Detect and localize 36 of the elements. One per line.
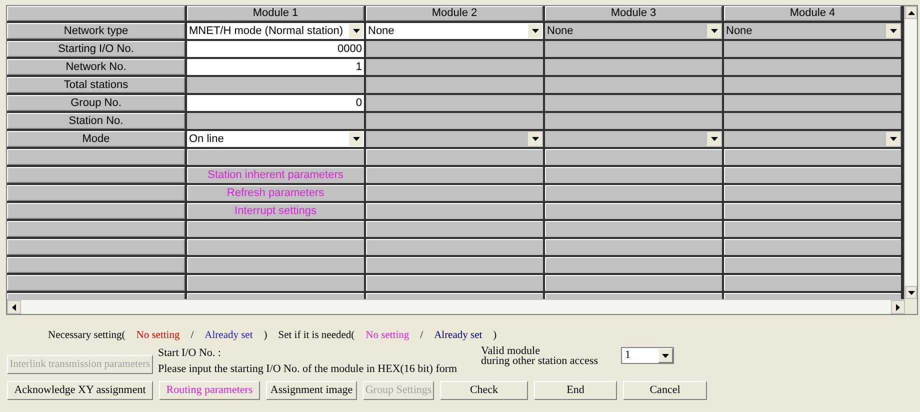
hint-text: Please input the starting I/O No. of the module in HEX(16 bit) form — [158, 362, 458, 377]
valid-module-dropdown[interactable]: 1 — [621, 347, 674, 364]
row-header: Mode — [7, 131, 185, 147]
input-field[interactable]: 0000 — [187, 41, 364, 57]
column-header: Module 3 — [545, 6, 722, 21]
dropdown[interactable]: MNET/H mode (Normal station) — [187, 23, 364, 39]
row-header: Network No. — [7, 59, 185, 75]
hint-title: Start I/O No. : — [158, 346, 222, 361]
legend-text: No setting — [136, 329, 180, 344]
row-header: Network type — [7, 23, 185, 39]
legend-text: ) — [264, 329, 268, 344]
legend-text: No setting — [366, 329, 410, 344]
legend-text: Already set — [434, 329, 482, 344]
row-header: Total stations — [7, 77, 185, 93]
row-header: Starting I/O No. — [7, 41, 185, 57]
dropdown[interactable]: On line — [187, 131, 364, 147]
legend-text: ) — [493, 329, 497, 344]
legend-text: Necessary setting( — [48, 329, 126, 344]
dialog-button[interactable]: End — [534, 381, 617, 400]
row-header: Group No. — [7, 95, 185, 111]
row-header: Station No. — [7, 113, 185, 129]
dropdown[interactable]: None — [366, 23, 543, 39]
column-header: Module 1 — [187, 6, 364, 21]
legend-text: / — [420, 329, 424, 344]
dialog-button[interactable]: Check — [440, 381, 528, 400]
dialog-button[interactable]: Cancel — [623, 381, 707, 400]
valid-module-label: Valid module during other station access — [481, 346, 599, 366]
column-header: Module 4 — [724, 6, 901, 21]
legend-text: Set if it is needed( — [278, 329, 355, 344]
input-field[interactable]: 1 — [187, 59, 364, 75]
column-header: Module 2 — [366, 6, 543, 21]
input-field[interactable]: 0 — [187, 95, 364, 111]
legend-text: Already set — [204, 329, 253, 344]
legend-text: / — [190, 329, 194, 344]
dialog-button[interactable]: Assignment image — [266, 381, 357, 400]
dialog-button[interactable]: Acknowledge XY assignment — [7, 381, 153, 400]
